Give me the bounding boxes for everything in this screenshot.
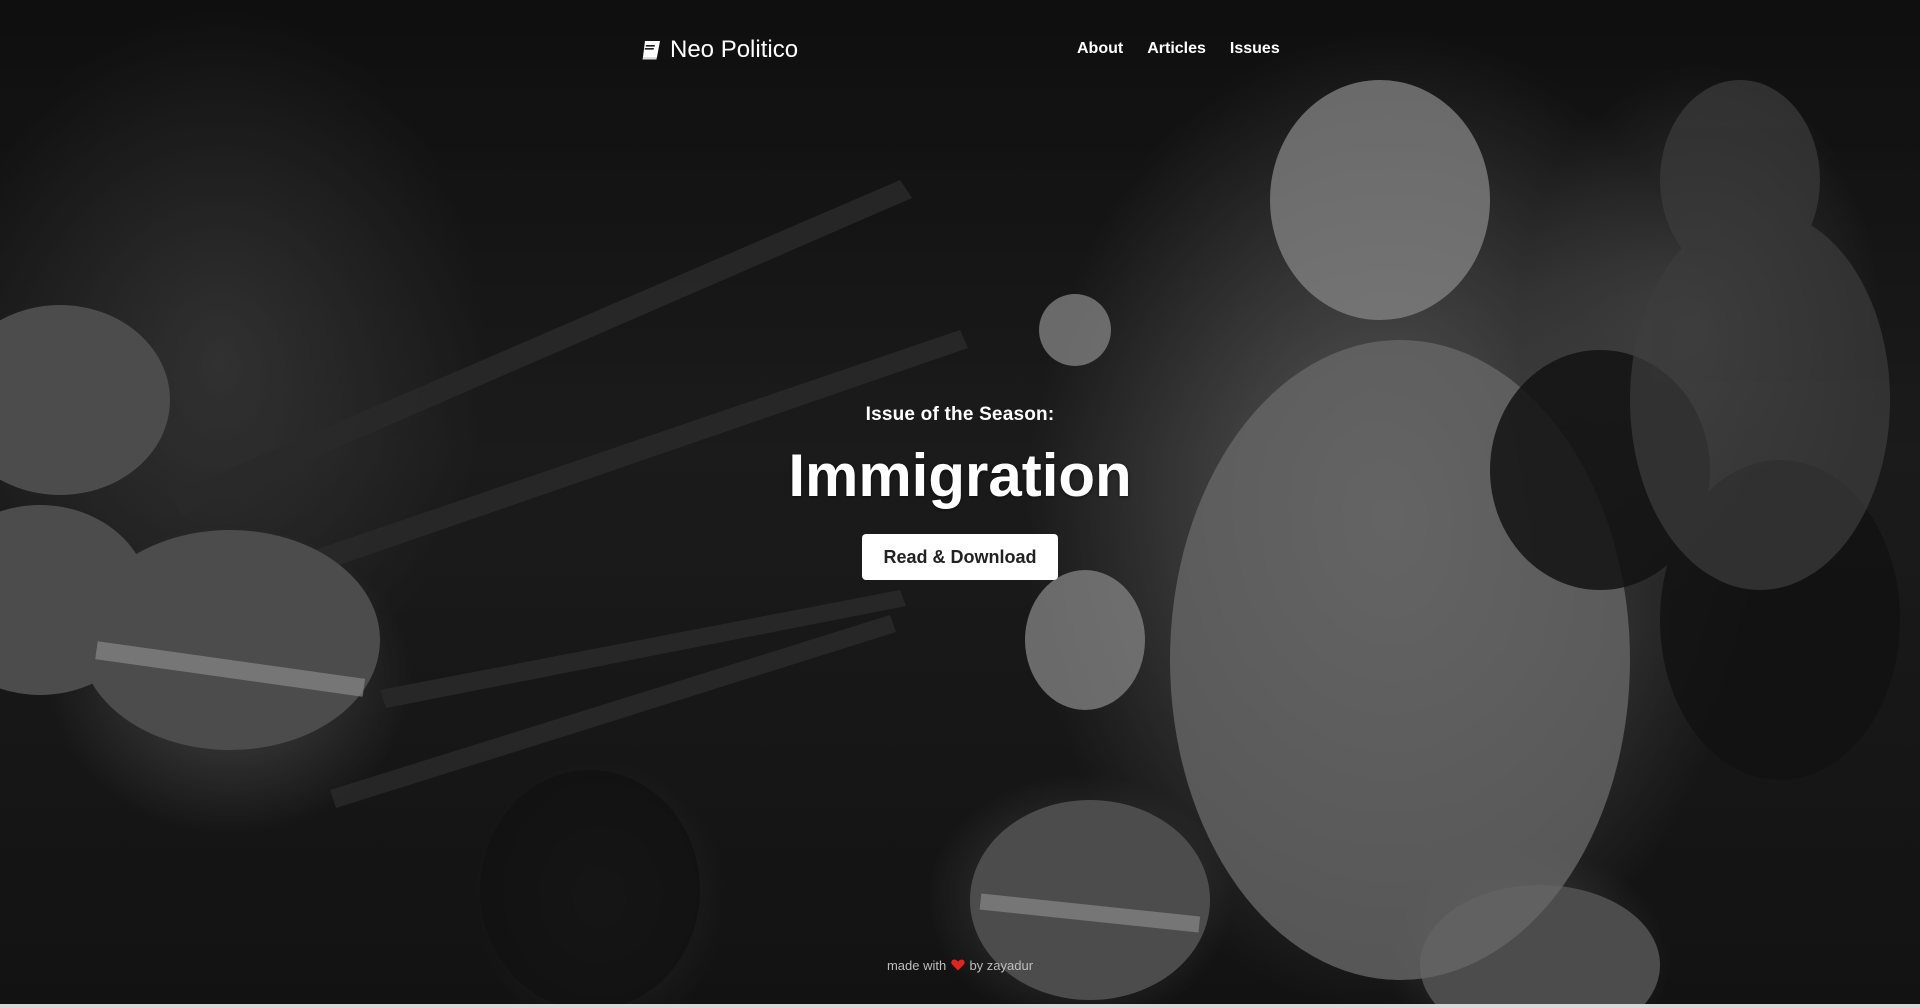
book-icon [642, 41, 660, 60]
hero-content: Issue of the Season: Immigration Read & … [0, 404, 1920, 580]
nav-menu: About Articles Issues [1077, 40, 1280, 58]
nav-link-about[interactable]: About [1077, 40, 1123, 58]
read-download-button[interactable]: Read & Download [862, 534, 1058, 580]
brand-link[interactable]: Neo Politico [640, 36, 798, 64]
nav-link-articles[interactable]: Articles [1147, 40, 1206, 58]
hero-section: Neo Politico About Articles Issues Issue… [0, 0, 1920, 1008]
footer-credit: made with by zayadur [0, 958, 1920, 973]
nav-link-issues[interactable]: Issues [1230, 40, 1280, 58]
issue-title: Immigration [788, 442, 1132, 509]
heart-icon [951, 959, 965, 971]
bottom-border [0, 1004, 1920, 1008]
navbar: Neo Politico About Articles Issues [0, 0, 1920, 100]
brand-name: Neo Politico [670, 36, 799, 63]
issue-kicker: Issue of the Season: [865, 404, 1055, 425]
footer-made-with: made with [886, 958, 947, 973]
footer-author[interactable]: by zayadur [969, 958, 1033, 973]
